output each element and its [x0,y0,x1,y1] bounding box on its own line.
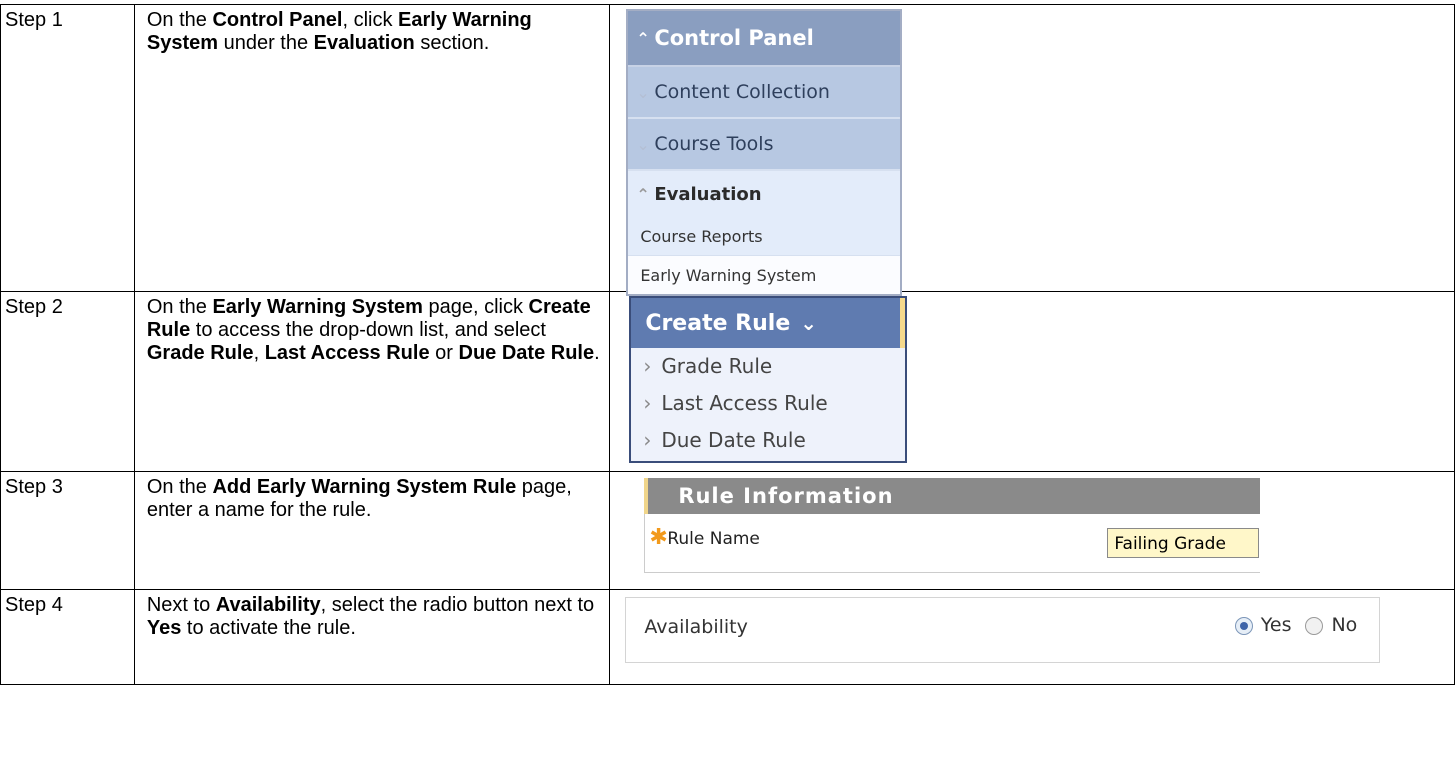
table-row: Step 4 Next to Availability, select the … [0,589,1455,685]
content-collection-item[interactable]: ⌄ Content Collection [628,67,901,119]
rule-name-input[interactable]: Failing Grade [1107,528,1260,558]
step-cell: Step 1 [0,4,135,292]
screenshot-cell: Rule Information ✱ Rule Name Failing Gra… [609,471,1455,590]
screenshot-cell: Create Rule ⌄ › Grade Rule › Last Access Ru… [609,291,1455,472]
description-cell: Next to Availability, select the radio b… [133,589,611,685]
body-text: or [429,342,459,364]
chevron-right-icon: › [643,428,652,452]
early-warning-system-link[interactable]: Early Warning System [628,255,901,294]
step-description: Next to Availability, select the radio b… [135,590,609,640]
create-rule-button[interactable]: Create Rule ⌄ [631,298,906,348]
emphasis-text: Grade Rule [146,342,254,364]
yes-radio[interactable] [1234,616,1253,635]
table-row: Step 3 On the Add Early Warning System R… [0,471,1455,590]
description-cell: On the Add Early Warning System Rule pag… [133,471,611,590]
emphasis-text: Evaluation [313,32,415,54]
emphasis-text: Control Panel [212,9,343,31]
step-description: On the Early Warning System page, click … [135,292,609,365]
rule-name-row: ✱ Rule Name Failing Grade [644,514,1261,573]
body-text: under the [218,32,314,54]
course-tools-item[interactable]: ⌄ Course Tools [628,119,901,171]
control-panel-menu: ⌃ Control Panel ⌄ Content Collection ⌄ Cour… [626,9,903,296]
chevron-down-icon: ⌄ [636,82,650,102]
create-rule-menu: Create Rule ⌄ › Grade Rule › Last Access Ru… [629,296,908,463]
rule-information-header: Rule Information [644,478,1261,514]
emphasis-text: Add Early Warning System Rule [212,476,517,498]
rule-information-panel: Rule Information ✱ Rule Name Failing Gra… [644,478,1261,574]
grade-rule-option[interactable]: › Grade Rule [631,348,905,385]
screenshot-cell: Availability Yes No [609,589,1455,685]
body-text: to access the drop-down list, and select [190,319,546,341]
step-label: Step 1 [5,9,63,31]
body-text: page, click [422,296,529,318]
steps-table: Step 1 On the Control Panel, click Early… [0,4,1455,685]
yes-label: Yes [1260,614,1292,636]
emphasis-text: Yes [146,617,182,639]
chevron-down-icon: ⌄ [636,134,650,154]
rule-name-label: Rule Name [667,529,760,549]
due-date-rule-option[interactable]: › Due Date Rule [631,422,905,459]
step-description: On the Control Panel, click Early Warnin… [135,5,609,55]
availability-label: Availability [644,616,748,638]
course-reports-link[interactable]: Course Reports [628,217,901,255]
no-label: No [1331,614,1358,636]
chevron-up-icon: ⌃ [636,184,650,204]
table-row: Step 1 On the Control Panel, click Early… [0,4,1455,296]
step-label: Step 4 [5,594,63,616]
emphasis-text: Early Warning System [212,296,423,318]
body-text: On the [146,296,213,318]
body-text: , [253,342,265,364]
body-text: section. [414,32,490,54]
body-text: Next to [146,594,216,616]
availability-options: Yes No [1234,614,1358,637]
step-label: Step 2 [5,296,63,318]
double-chevron-down-icon: ⌄ [800,310,818,335]
step-cell: Step 4 [0,589,135,685]
body-text: On the [146,9,213,31]
body-text: , select the radio button next to [320,594,595,616]
evaluation-section[interactable]: ⌃ Evaluation [628,171,901,217]
control-panel-header[interactable]: ⌃ Control Panel [628,11,901,67]
required-star-icon: ✱ [649,525,668,550]
chevron-right-icon: › [643,354,652,378]
chevron-up-icon: ⌃ [636,28,650,48]
body-text: , click [342,9,399,31]
emphasis-text: Due Date Rule [458,342,595,364]
emphasis-text: Last Access Rule [264,342,430,364]
screenshot-cell: ⌃ Control Panel ⌄ Content Collection ⌄ Cour… [609,4,1455,296]
availability-row: Availability Yes No [625,597,1381,663]
table-row: Step 2 On the Early Warning System page,… [0,291,1455,472]
no-radio[interactable] [1305,616,1324,635]
step-label: Step 3 [5,476,63,498]
step-description: On the Add Early Warning System Rule pag… [135,472,609,522]
last-access-rule-option[interactable]: › Last Access Rule [631,385,905,422]
body-text: to activate the rule. [181,617,356,639]
emphasis-text: Availability [215,594,321,616]
chevron-right-icon: › [643,391,652,415]
description-cell: On the Early Warning System page, click … [133,291,611,472]
step-cell: Step 2 [0,291,135,472]
description-cell: On the Control Panel, click Early Warnin… [133,4,611,292]
body-text: . [594,342,600,364]
step-cell: Step 3 [0,471,135,590]
body-text: On the [146,476,213,498]
